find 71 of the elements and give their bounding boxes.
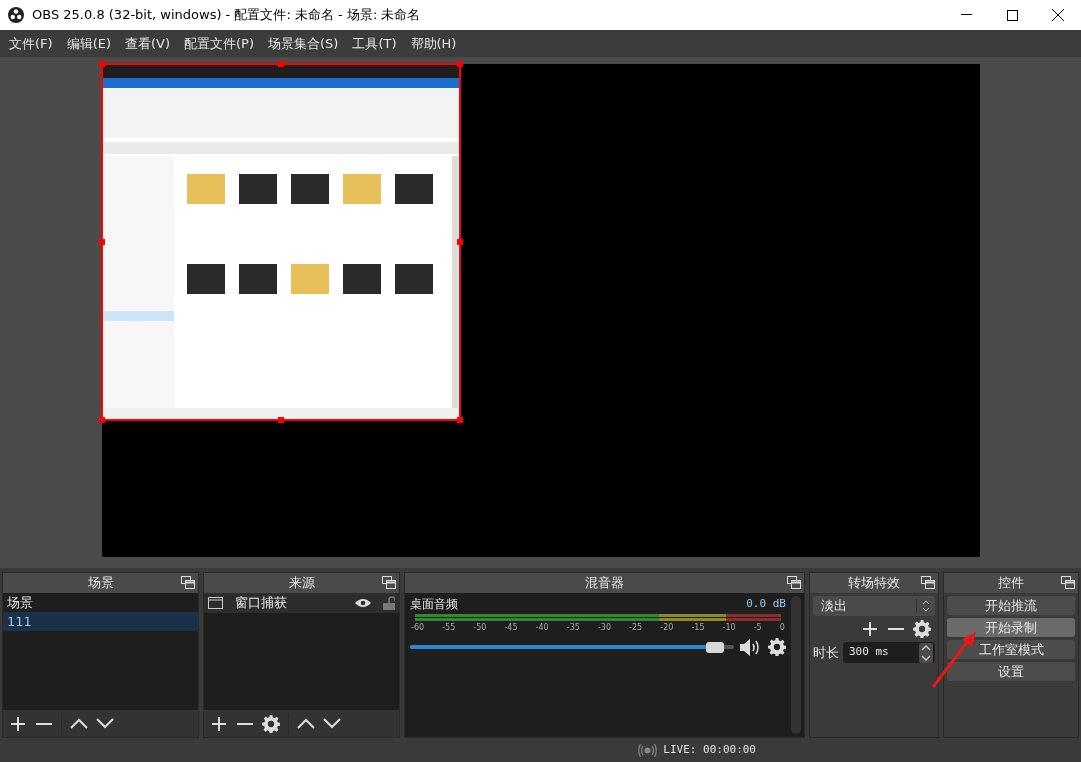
settings-icon[interactable]: [262, 714, 280, 733]
dock-title: 混音器: [585, 574, 624, 593]
menu-item[interactable]: 文件(F): [2, 33, 60, 54]
window-title: OBS 25.0.8 (32-bit, windows) - 配置文件: 未命名 - 场景: 未命名: [32, 6, 421, 25]
settings-icon[interactable]: [768, 638, 786, 656]
meter-tick-label: -55: [442, 622, 456, 634]
meter-tick-label: -15: [691, 622, 705, 634]
undock-icon[interactable]: [1061, 576, 1075, 589]
undock-icon[interactable]: [382, 576, 396, 589]
meter-tick-label: -45: [504, 622, 518, 634]
meter-tick-label: -30: [597, 622, 611, 634]
duration-label: 时长: [813, 643, 839, 662]
app-logo-icon: [8, 7, 24, 23]
add-icon[interactable]: [9, 714, 27, 733]
add-icon[interactable]: [861, 620, 879, 638]
move-down-icon[interactable]: [323, 718, 341, 729]
transition-select[interactable]: 淡出: [813, 596, 935, 616]
meter-tick-label: -60: [411, 622, 425, 634]
move-up-icon[interactable]: [70, 718, 88, 729]
control-button[interactable]: 工作室模式: [947, 640, 1075, 659]
annotation-arrow: [930, 631, 978, 689]
volume-slider[interactable]: [410, 641, 734, 653]
menu-item[interactable]: 配置文件(P): [177, 33, 261, 54]
meter-tick-label: -20: [660, 622, 674, 634]
unlock-icon[interactable]: [383, 596, 395, 610]
undock-icon[interactable]: [787, 576, 801, 589]
maximize-icon[interactable]: [1006, 9, 1018, 21]
remove-icon[interactable]: [35, 721, 53, 726]
dock-title: 场景: [87, 574, 114, 593]
remove-icon[interactable]: [236, 721, 254, 726]
remove-icon[interactable]: [887, 627, 905, 631]
add-icon[interactable]: [210, 714, 228, 733]
control-button[interactable]: 开始录制: [947, 618, 1075, 637]
duration-field[interactable]: 300 ms: [843, 642, 935, 663]
undock-icon[interactable]: [181, 576, 195, 589]
scene-item[interactable]: 场景: [3, 593, 198, 612]
meter-tick-label: -40: [535, 622, 549, 634]
scene-item[interactable]: 111: [3, 612, 198, 631]
undock-icon[interactable]: [921, 576, 935, 589]
move-up-icon[interactable]: [297, 718, 315, 729]
live-timer: LIVE: 00:00:00: [663, 741, 756, 758]
menu-item[interactable]: 查看(V): [118, 33, 178, 54]
window-icon: [208, 597, 223, 609]
menu-item[interactable]: 场景集合(S): [261, 33, 346, 54]
control-button[interactable]: 设置: [947, 662, 1075, 681]
settings-icon[interactable]: [913, 620, 931, 638]
menu-item[interactable]: 帮助(H): [403, 33, 464, 54]
dock-title: 转场特效: [848, 574, 900, 593]
menu-item[interactable]: 工具(T): [345, 33, 404, 54]
source-item[interactable]: 窗口捕获: [204, 593, 399, 613]
close-icon[interactable]: [1052, 9, 1064, 21]
spinner-icon: [919, 642, 933, 663]
meter-tick-label: -35: [566, 622, 580, 634]
dock-title: 控件: [998, 574, 1024, 593]
db-reading: 0.0 dB: [746, 596, 786, 612]
broadcast-icon: [638, 743, 658, 757]
meter-tick-label: -5: [753, 622, 762, 634]
meter-tick-label: -25: [629, 622, 643, 634]
meter-tick-label: 0: [779, 622, 785, 634]
slider-thumb[interactable]: [706, 641, 725, 653]
speaker-icon[interactable]: [740, 638, 762, 656]
source-label: 窗口捕获: [235, 594, 288, 613]
meter-tick-label: -50: [473, 622, 487, 634]
meter-tick-label: -10: [722, 622, 736, 634]
eye-icon[interactable]: [355, 598, 371, 608]
move-down-icon[interactable]: [96, 718, 114, 729]
dock-title: 来源: [288, 574, 315, 593]
control-button[interactable]: 开始推流: [947, 596, 1075, 615]
channel-name: 桌面音频: [410, 596, 458, 612]
menu-item[interactable]: 编辑(E): [59, 33, 118, 54]
minimize-icon[interactable]: [960, 14, 972, 16]
